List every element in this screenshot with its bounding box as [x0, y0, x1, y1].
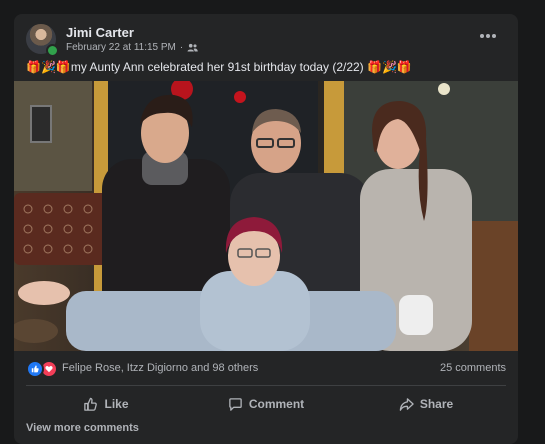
comment-label: Comment — [248, 397, 305, 411]
reaction-icons[interactable] — [26, 360, 58, 378]
post-actions: Like Comment Share — [26, 389, 506, 419]
like-label: Like — [104, 397, 129, 411]
reactions-bar: Felipe Rose, Itzz Digiorno and 98 others… — [26, 360, 506, 378]
share-icon — [399, 397, 414, 411]
comment-icon — [229, 397, 242, 411]
meta-separator: · — [179, 42, 184, 53]
post-photo[interactable] — [14, 81, 518, 351]
view-more-comments-link[interactable]: View more comments — [26, 422, 139, 434]
thumbs-up-icon — [26, 360, 44, 378]
post-date[interactable]: February 22 at 11:15 PM — [66, 42, 176, 53]
author-name[interactable]: Jimi Carter — [66, 25, 134, 40]
like-button[interactable]: Like — [26, 389, 186, 419]
share-button[interactable]: Share — [346, 389, 506, 419]
more-dot-icon — [486, 34, 490, 38]
post-header: Jimi Carter February 22 at 11:15 PM · — [26, 24, 506, 60]
comments-count[interactable]: 25 comments — [440, 362, 506, 374]
more-dot-icon — [492, 34, 496, 38]
divider — [26, 385, 506, 386]
more-options-button[interactable] — [476, 26, 500, 46]
friends-audience-icon[interactable] — [187, 43, 198, 52]
birthday-photo-image — [14, 81, 518, 351]
like-icon — [84, 397, 98, 411]
comment-button[interactable]: Comment — [186, 389, 346, 419]
share-label: Share — [419, 397, 454, 411]
post-meta: February 22 at 11:15 PM · — [66, 42, 198, 53]
more-dot-icon — [480, 34, 484, 38]
reaction-names[interactable]: Felipe Rose, Itzz Digiorno and 98 others — [62, 362, 258, 374]
online-status-indicator — [46, 44, 59, 57]
post-card: Jimi Carter February 22 at 11:15 PM · 🎁🎉… — [14, 14, 518, 444]
post-caption: 🎁🎉🎁my Aunty Ann celebrated her 91st birt… — [26, 60, 412, 74]
